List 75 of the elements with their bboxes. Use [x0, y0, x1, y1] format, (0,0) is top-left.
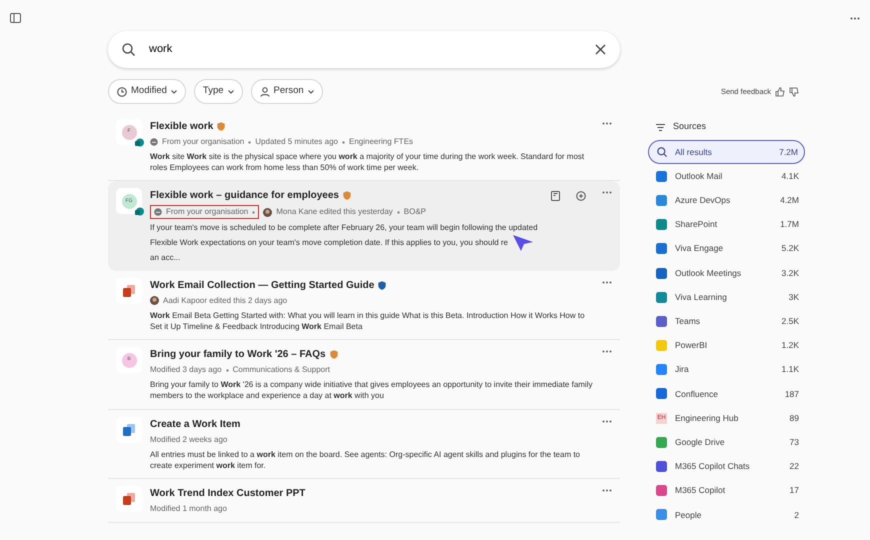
meta-text: Mona Kane edited this yesterday — [276, 206, 393, 218]
result-title[interactable]: Bring your family to Work '26 – FAQs — [150, 347, 326, 362]
source-item[interactable]: M365 Copilot 17 — [648, 478, 805, 503]
chevron-icon — [308, 90, 314, 94]
meta-text: Aadi Kapoor edited this 2 days ago — [163, 294, 288, 307]
result-snippet: Work Email Beta Getting Started with: What you will learn in this guide What is this Beta. Introduction How it Works How to Set it Up Timeline & Feedback Introducing Work Email Beta — [150, 310, 586, 332]
document-icon — [122, 284, 136, 298]
meta-text: BO&P — [404, 206, 426, 218]
meta-text: Updated 5 minutes ago — [255, 136, 338, 148]
filter-dropdown[interactable]: Type — [194, 79, 243, 104]
result-title[interactable]: Create a Work Item — [150, 416, 240, 432]
thumbs-down-icon[interactable] — [789, 86, 799, 96]
pointer-cursor-icon — [512, 234, 534, 252]
meta-text: Modified 1 month ago — [150, 502, 227, 515]
source-item[interactable]: Viva Engage 5.2K — [648, 236, 805, 261]
more-options-icon[interactable] — [602, 420, 612, 422]
document-icon — [122, 492, 136, 506]
source-item[interactable]: All results 7.2M — [648, 140, 805, 164]
source-item[interactable]: Viva Learning 3K — [648, 285, 805, 310]
meta-text: Modified 3 days ago — [150, 364, 222, 376]
chevron-icon — [170, 90, 177, 94]
meta-text: From your organisation — [166, 206, 248, 218]
result-title[interactable]: Work Trend Index Customer PPT — [150, 486, 306, 501]
meta-text: From your organisation — [162, 136, 244, 148]
document-icon — [122, 422, 136, 436]
thumbs-up-icon[interactable] — [775, 86, 785, 96]
search-field[interactable]: work — [108, 31, 620, 68]
source-item[interactable]: Outlook Meetings 3.2K — [648, 260, 805, 286]
source-item[interactable]: Teams 2.5K — [648, 309, 805, 334]
result-card[interactable]: Create a Work Item Modified 2 weeks ago All entries must be linked to a work item on the board. See agents: Org-specific AI agent skills and plugins for the team to create experiment work item for. — [108, 410, 620, 479]
more-options-icon[interactable] — [602, 122, 612, 125]
result-title[interactable]: Flexible work – guidance for employees — [150, 188, 339, 204]
organisation-icon — [150, 138, 158, 146]
chevron-icon — [228, 90, 234, 94]
hovered-result-card[interactable] — [108, 181, 620, 271]
person-avatar — [150, 296, 159, 306]
person-avatar — [263, 208, 272, 217]
result-title[interactable]: Work Email Collection — Getting Started Guide — [150, 278, 374, 293]
organisation-icon — [154, 208, 162, 216]
result-snippet: If your team's move is scheduled to be complete after February 26, your team will begin following the updated Flexible Work expectations on your team's move completion date. If this applies to you, you should re an acc... — [150, 222, 539, 263]
search-input[interactable]: work — [147, 40, 587, 59]
meta-text: Communications & Support — [232, 364, 330, 376]
search-icon — [122, 43, 135, 56]
separator-dot — [248, 140, 252, 144]
source-item[interactable]: Google Drive 73 — [648, 430, 805, 454]
sources-heading: Sources — [673, 120, 706, 134]
result-card[interactable]: Work Trend Index Customer PPT Modified 1 month ago — [108, 478, 620, 523]
meta-text: Engineering FTEs — [349, 136, 414, 148]
more-options-icon[interactable] — [602, 280, 612, 284]
separator-dot — [396, 210, 400, 214]
clear-icon[interactable] — [595, 44, 606, 55]
bookmark-icon[interactable] — [551, 191, 560, 202]
result-snippet: All entries must be linked to a work item on the board. See agents: Org-specific AI agent skills and plugins for the team to create experiment work item for. — [150, 448, 582, 471]
source-item[interactable]: People 2 — [648, 502, 805, 527]
filter-dropdown[interactable]: Modified — [108, 79, 186, 104]
result-snippet: Work site Work site is the physical space where you work a majority of your time during the work week. Standard for most roles Employees can work from home less than 50% of work time per week. — [150, 151, 586, 174]
add-chat-icon[interactable] — [576, 191, 586, 202]
source-item[interactable]: Jira 1.1K — [648, 358, 805, 382]
separator-dot — [252, 210, 256, 214]
separator-dot — [342, 140, 345, 144]
source-item[interactable]: SharePoint 1.7M — [648, 212, 805, 237]
source-item[interactable]: M365 Copilot Chats 22 — [648, 454, 805, 479]
meta-text: Modified 2 weeks ago — [150, 434, 228, 446]
more-options-icon[interactable] — [602, 488, 612, 492]
source-item[interactable]: PowerBI 1.2K — [648, 334, 805, 358]
source-item[interactable]: Azure DevOps 4.2M — [648, 188, 805, 213]
search-icon — [657, 147, 667, 158]
filter-dropdown[interactable]: Person — [250, 79, 323, 104]
source-item[interactable]: Outlook Mail 4.1K — [648, 164, 805, 188]
more-options-icon[interactable] — [602, 350, 612, 354]
source-item[interactable]: Confluence 187 — [648, 382, 805, 406]
result-title[interactable]: Flexible work — [150, 119, 214, 134]
separator-dot — [226, 368, 229, 372]
result-snippet: Bring your family to Work '26 is a company wide initiative that gives employees an opportunity to invite their immediate family members to the workplace and experience a day at work with you — [150, 379, 594, 402]
more-options-icon[interactable] — [602, 191, 612, 194]
